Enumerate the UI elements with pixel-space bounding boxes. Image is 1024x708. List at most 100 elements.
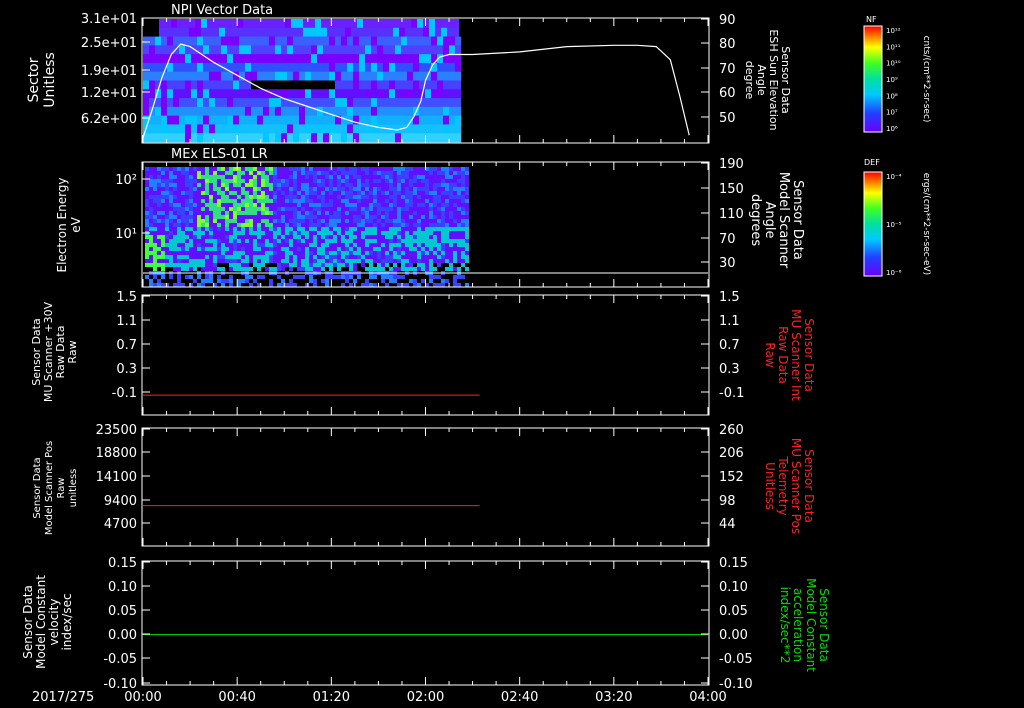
heatmap-cell	[421, 243, 425, 247]
heatmap-cell	[225, 175, 229, 179]
heatmap-cell	[437, 259, 441, 263]
heatmap-cell	[353, 239, 357, 243]
heatmap-cell	[201, 215, 205, 219]
heatmap-cell	[453, 183, 457, 187]
heatmap-cell	[457, 219, 461, 223]
heatmap-cell	[285, 203, 289, 207]
heatmap-cell	[333, 215, 337, 219]
heatmap-cell	[395, 71, 402, 81]
heatmap-cell	[203, 45, 210, 55]
heatmap-cell	[381, 255, 385, 259]
heatmap-cell	[335, 71, 342, 81]
heatmap-cell	[369, 183, 373, 187]
heatmap-cell	[373, 195, 377, 199]
heatmap-cell	[371, 45, 378, 55]
heatmap-cell	[425, 179, 429, 183]
heatmap-cell	[317, 215, 321, 219]
heatmap-cell	[265, 219, 269, 223]
heatmap-cell	[173, 80, 180, 90]
heatmap-cell	[349, 227, 353, 231]
label-line: Sensor Data	[802, 449, 816, 523]
heatmap-cell	[357, 187, 361, 191]
heatmap-cell	[305, 36, 312, 46]
heatmap-cell	[461, 247, 465, 251]
heatmap-cell	[409, 235, 413, 239]
heatmap-cell	[269, 191, 273, 195]
heatmap-cell	[417, 207, 421, 211]
heatmap-cell	[421, 251, 425, 255]
heatmap-cell	[185, 215, 189, 219]
heatmap-cell	[309, 275, 313, 279]
heatmap-cell	[449, 89, 456, 99]
heatmap-cell	[289, 231, 293, 235]
label-line: Model Scanner Pos	[44, 441, 55, 535]
heatmap-cell	[253, 171, 257, 175]
heatmap-cell	[173, 89, 180, 99]
heatmap-cell	[257, 171, 261, 175]
heatmap-cell	[381, 231, 385, 235]
heatmap-cell	[461, 183, 465, 187]
heatmap-cell	[273, 167, 277, 171]
heatmap-cell	[165, 167, 169, 171]
heatmap-cell	[245, 191, 249, 195]
heatmap-cell	[265, 175, 269, 179]
heatmap-cell	[145, 215, 149, 219]
heatmap-cell	[381, 263, 385, 267]
heatmap-cell	[225, 187, 229, 191]
heatmap-cell	[233, 235, 237, 239]
heatmap-cell	[441, 227, 445, 231]
heatmap-cell	[333, 187, 337, 191]
heatmap-cell	[397, 175, 401, 179]
heatmap-cell	[167, 133, 174, 143]
heatmap-cell	[221, 71, 228, 81]
heatmap-cell	[205, 219, 209, 223]
heatmap-cell	[329, 80, 336, 90]
heatmap-cell	[383, 45, 390, 55]
heatmap-cell	[317, 36, 324, 46]
panel-els: MEx ELS-01 LR 10²10¹ 1901501107030 Elect…	[55, 147, 931, 288]
heatmap-cell	[449, 106, 456, 117]
heatmap-cell	[209, 167, 213, 171]
heatmap-cell	[145, 259, 149, 263]
heatmap-cell	[197, 133, 204, 143]
heatmap-cell	[321, 279, 325, 283]
heatmap-cell	[153, 223, 157, 227]
heatmap-cell	[165, 235, 169, 239]
heatmap-cell	[165, 219, 169, 223]
colorbar-tick-label: 10⁻⁶	[886, 269, 902, 277]
heatmap-cell	[353, 71, 360, 81]
heatmap-cell	[209, 133, 216, 143]
left-tick-label: 0.15	[108, 556, 137, 571]
heatmap-cell	[265, 215, 269, 219]
heatmap-cell	[281, 71, 288, 81]
heatmap-cell	[421, 219, 425, 223]
heatmap-cell	[377, 80, 384, 90]
heatmap-cell	[425, 115, 432, 125]
heatmap-cell	[425, 235, 429, 239]
heatmap-cell	[249, 247, 253, 251]
heatmap-cell	[393, 215, 397, 219]
heatmap-cell	[301, 187, 305, 191]
heatmap-cell	[417, 175, 421, 179]
heatmap-cell	[397, 171, 401, 175]
heatmap-cell	[149, 45, 156, 55]
heatmap-cell	[317, 255, 321, 259]
heatmap-cell	[445, 187, 449, 191]
heatmap-cell	[161, 167, 165, 171]
heatmap-cell	[197, 179, 201, 183]
heatmap-cell	[345, 231, 349, 235]
heatmap-cell	[449, 45, 456, 55]
heatmap-cell	[241, 175, 245, 179]
heatmap-cell	[165, 171, 169, 175]
heatmap-cell	[241, 179, 245, 183]
heatmap-cell	[287, 71, 294, 81]
heatmap-cell	[253, 227, 257, 231]
heatmap-cell	[453, 239, 457, 243]
heatmap-cell	[293, 179, 297, 183]
heatmap-cell	[405, 203, 409, 207]
heatmap-cell	[361, 223, 365, 227]
heatmap-cell	[265, 235, 269, 239]
heatmap-cell	[285, 247, 289, 251]
heatmap-cell	[157, 235, 161, 239]
heatmap-cell	[243, 27, 250, 37]
